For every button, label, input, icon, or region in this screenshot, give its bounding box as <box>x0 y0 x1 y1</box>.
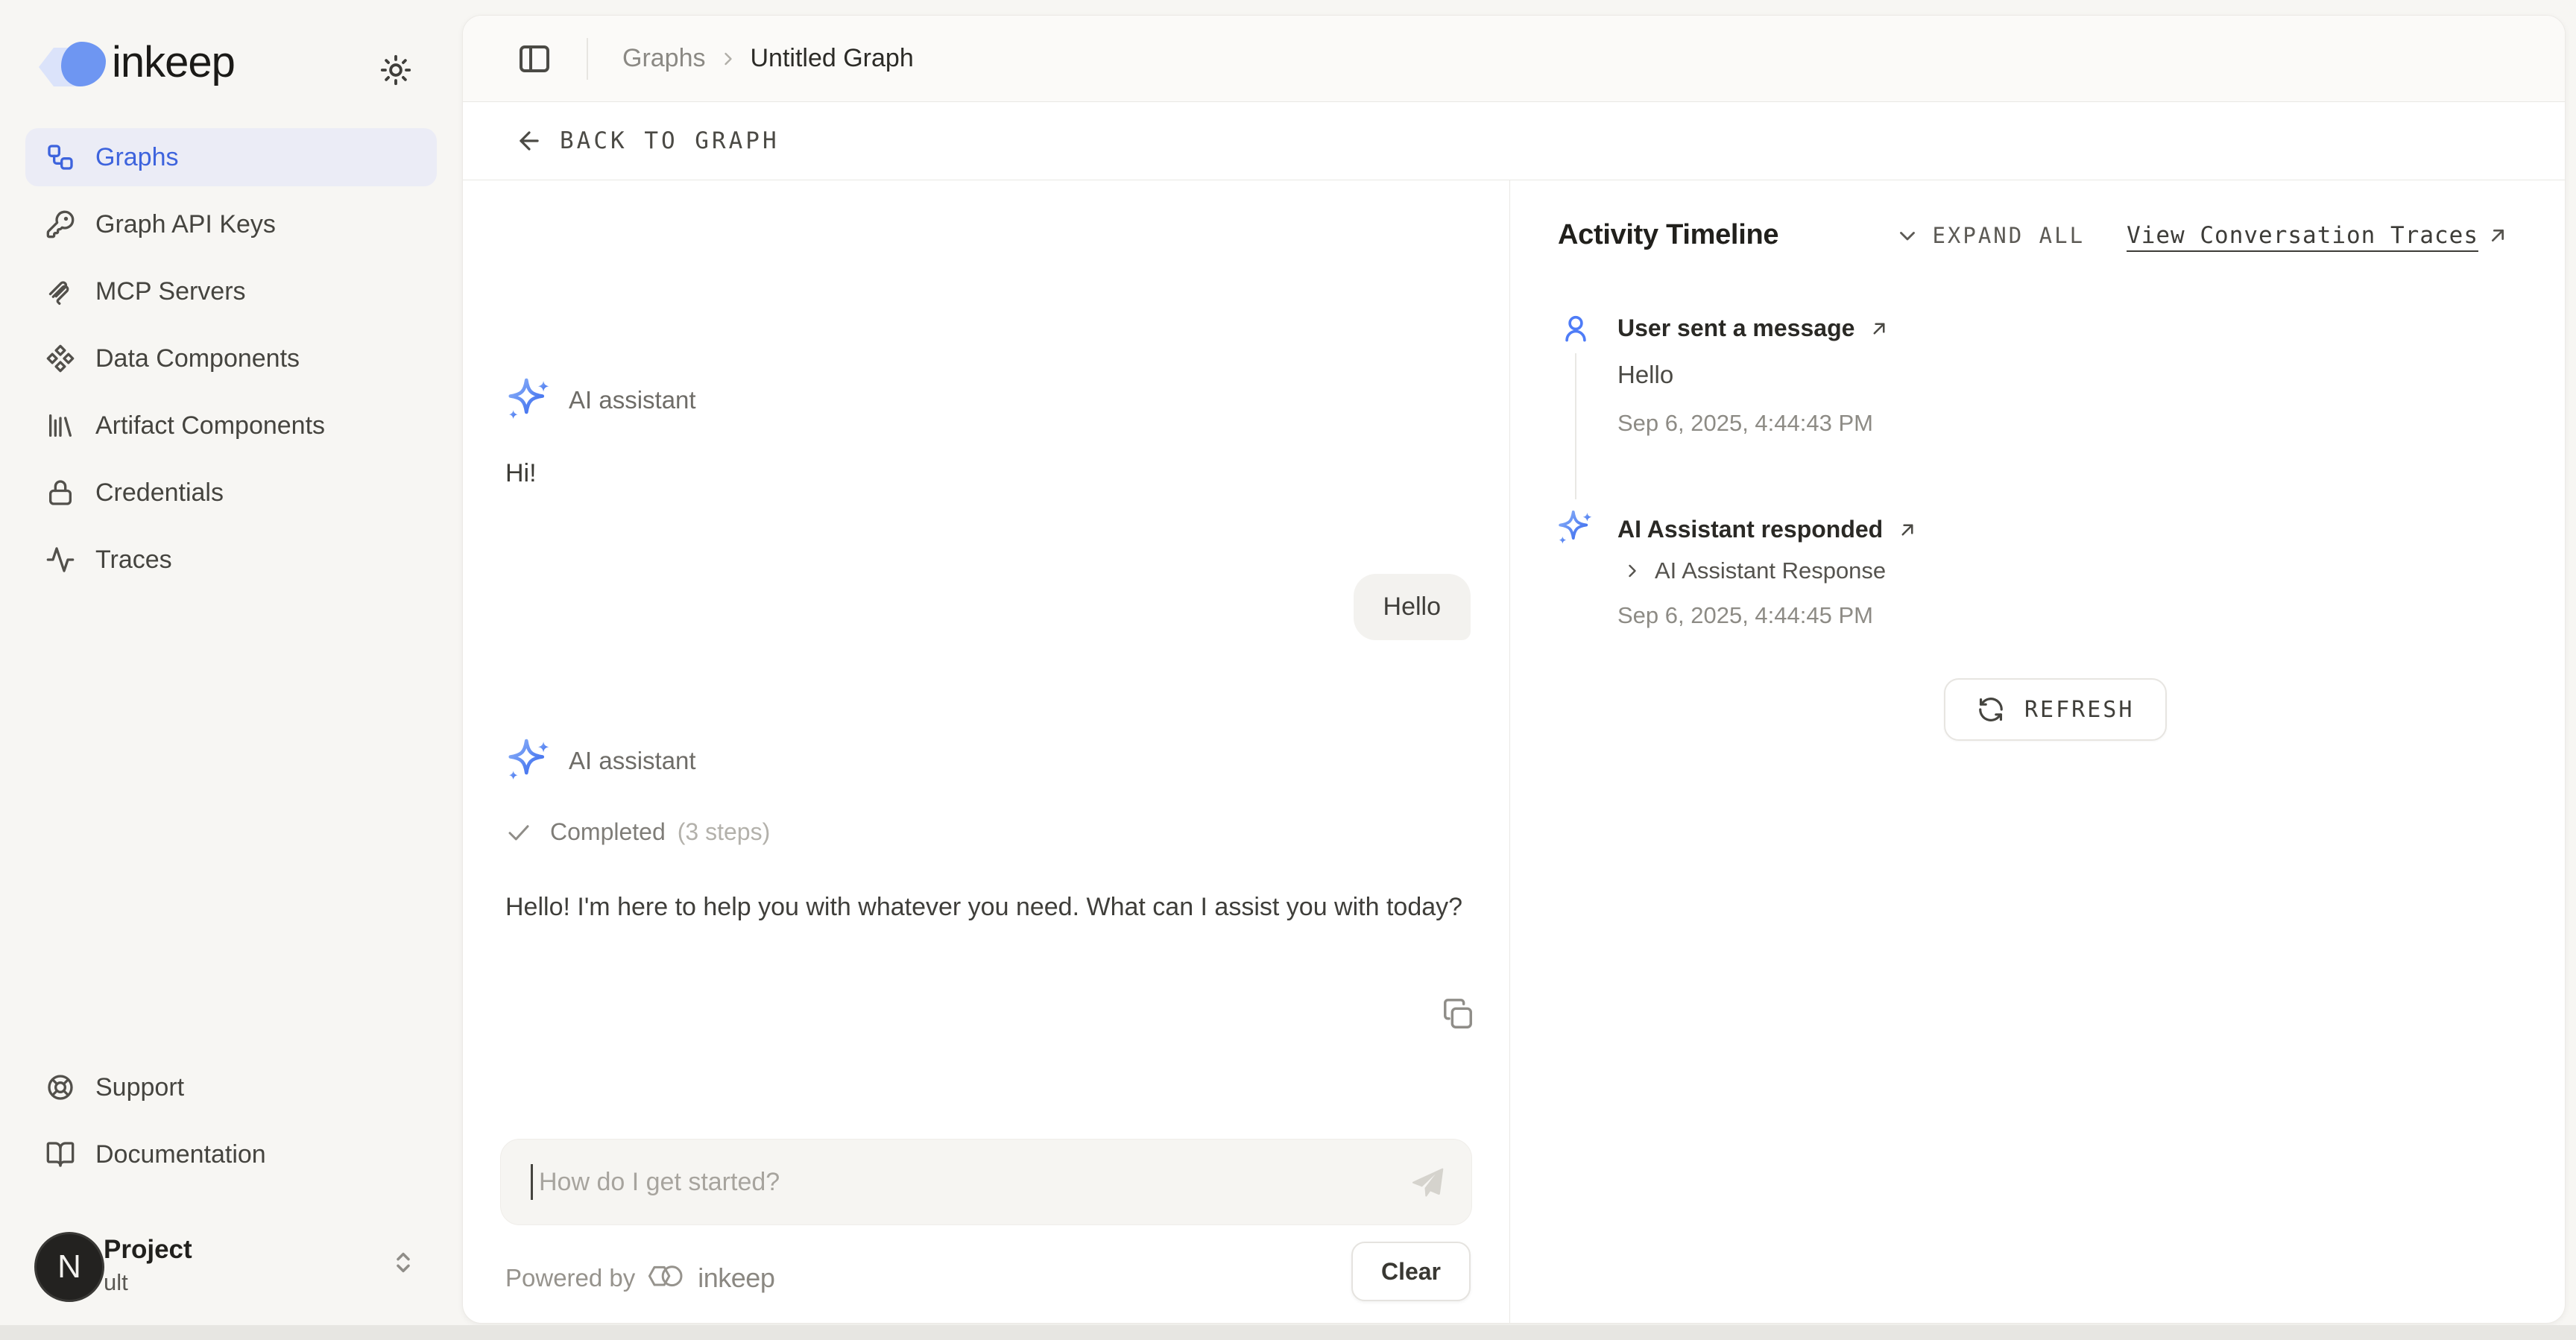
timeline-event-body: Hello <box>1617 361 1673 389</box>
arrow-up-right-icon <box>2486 224 2510 247</box>
assistant-response-expander[interactable]: AI Assistant Response <box>1622 557 1886 584</box>
sidebar-item-label: Credentials <box>95 478 224 508</box>
sidebar-item-mcp-servers[interactable]: MCP Servers <box>25 262 437 320</box>
completion-status[interactable]: Completed (3 steps) <box>505 818 770 846</box>
assistant-message: Hello! I'm here to help you with whateve… <box>505 887 1497 927</box>
view-conversation-traces-link[interactable]: View Conversation Traces <box>2127 222 2510 249</box>
chevron-right-icon <box>718 48 739 69</box>
sidebar-item-graph-api-keys[interactable]: Graph API Keys <box>25 195 437 253</box>
refresh-button[interactable]: REFRESH <box>1944 678 2167 741</box>
sidebar-item-traces[interactable]: Traces <box>25 531 437 589</box>
chat-input-placeholder: How do I get started? <box>539 1168 780 1197</box>
sub-header: BACK TO GRAPH <box>463 102 2565 180</box>
status-steps: (3 steps) <box>678 818 770 846</box>
sidebar-item-credentials[interactable]: Credentials <box>25 464 437 522</box>
project-title: Project <box>104 1235 192 1265</box>
timeline-connector <box>1575 353 1576 499</box>
timeline-event-timestamp: Sep 6, 2025, 4:44:43 PM <box>1617 410 1873 437</box>
panel-left-toggle-button[interactable] <box>517 41 552 77</box>
timeline-title: Activity Timeline <box>1558 219 1778 251</box>
chevron-down-icon[interactable] <box>1895 223 1920 248</box>
sidebar-item-label: Graphs <box>95 143 179 172</box>
project-subtitle: ult <box>104 1269 128 1296</box>
back-to-graph-button[interactable]: BACK TO GRAPH <box>515 127 780 155</box>
timeline-header: Activity Timeline EXPAND ALL View Conver… <box>1558 219 2510 251</box>
breadcrumb-graphs-link[interactable]: Graphs <box>622 44 706 73</box>
chat-input[interactable]: How do I get started? <box>500 1139 1472 1225</box>
breadcrumb-current-page: Untitled Graph <box>751 44 914 73</box>
logo-blob-shape <box>61 42 106 86</box>
clear-button[interactable]: Clear <box>1351 1242 1471 1301</box>
activity-icon <box>45 545 75 575</box>
sidebar-footer-nav: Support Documentation <box>25 1058 437 1183</box>
sidebar: inkeep Graphs Graph API Keys MCP Servers <box>0 0 462 1340</box>
assistant-message: Hi! <box>505 459 537 488</box>
check-icon <box>505 819 532 846</box>
chevrons-up-down-icon <box>388 1247 419 1278</box>
timeline-event-assistant-response[interactable]: AI Assistant responded <box>1617 516 1919 543</box>
component-icon <box>45 344 75 373</box>
workflow-icon <box>45 142 75 172</box>
sparkles-icon <box>504 376 553 425</box>
assistant-label: AI assistant <box>569 386 696 414</box>
main-card: Graphs Untitled Graph BACK TO GRAPH AI a… <box>462 15 2566 1324</box>
arrow-up-right-icon <box>1896 519 1919 541</box>
sidebar-item-support[interactable]: Support <box>25 1058 437 1116</box>
theme-toggle-button[interactable] <box>375 49 417 91</box>
header-divider <box>587 38 588 80</box>
powered-by-badge[interactable]: Powered by inkeep <box>505 1262 774 1294</box>
sidebar-item-label: Support <box>95 1073 184 1102</box>
window-bottom-edge <box>0 1325 2576 1340</box>
sidebar-item-label: Artifact Components <box>95 411 325 440</box>
sidebar-item-label: Graph API Keys <box>95 210 276 239</box>
inkeep-outline-logo-icon <box>647 1262 686 1294</box>
expand-all-button[interactable]: EXPAND ALL <box>1932 223 2085 248</box>
arrow-left-icon <box>515 127 543 155</box>
inkeep-wordmark: inkeep <box>112 37 235 87</box>
sidebar-item-documentation[interactable]: Documentation <box>25 1125 437 1183</box>
sidebar-item-label: Data Components <box>95 344 300 373</box>
key-icon <box>45 209 75 239</box>
timeline-event-user-message[interactable]: User sent a message <box>1617 315 1890 342</box>
avatar: N <box>34 1232 104 1302</box>
sidebar-item-label: Traces <box>95 546 172 575</box>
card-body: AI assistant Hi! Hello AI assistant Comp… <box>463 180 2565 1323</box>
send-icon[interactable] <box>1407 1163 1446 1202</box>
refresh-icon <box>1977 695 2005 724</box>
chevron-right-icon <box>1622 560 1643 581</box>
refresh-label: REFRESH <box>2024 697 2134 723</box>
sidebar-item-data-components[interactable]: Data Components <box>25 329 437 388</box>
book-open-icon <box>45 1140 75 1169</box>
sparkles-icon <box>504 736 553 786</box>
life-buoy-icon <box>45 1072 75 1102</box>
sidebar-item-label: Documentation <box>95 1140 266 1169</box>
timeline-event-timestamp: Sep 6, 2025, 4:44:45 PM <box>1617 602 1873 629</box>
text-caret <box>531 1164 533 1200</box>
powered-by-label: Powered by <box>505 1264 635 1292</box>
project-switcher[interactable]: N Project ult <box>0 1226 462 1315</box>
sidebar-nav: Graphs Graph API Keys MCP Servers Data C… <box>25 128 437 589</box>
back-to-graph-label: BACK TO GRAPH <box>560 127 780 154</box>
timeline-controls: EXPAND ALL View Conversation Traces <box>1895 222 2510 249</box>
sidebar-item-label: MCP Servers <box>95 277 246 306</box>
activity-timeline-panel: Activity Timeline EXPAND ALL View Conver… <box>1510 180 2565 1323</box>
assistant-label: AI assistant <box>569 747 696 775</box>
status-label: Completed <box>550 818 666 846</box>
sidebar-item-graphs[interactable]: Graphs <box>25 128 437 186</box>
mcp-icon <box>45 276 75 306</box>
chat-preview-panel: AI assistant Hi! Hello AI assistant Comp… <box>463 180 1510 1323</box>
user-icon <box>1559 312 1592 344</box>
powered-by-brand: inkeep <box>698 1262 774 1294</box>
user-message-bubble: Hello <box>1354 574 1471 640</box>
copy-icon[interactable] <box>1441 997 1475 1031</box>
library-icon <box>45 411 75 440</box>
arrow-up-right-icon <box>1868 317 1890 340</box>
sidebar-item-artifact-components[interactable]: Artifact Components <box>25 396 437 455</box>
sun-icon <box>379 53 413 87</box>
lock-icon <box>45 478 75 508</box>
sparkles-icon <box>1555 508 1595 549</box>
top-header: Graphs Untitled Graph <box>463 16 2565 102</box>
